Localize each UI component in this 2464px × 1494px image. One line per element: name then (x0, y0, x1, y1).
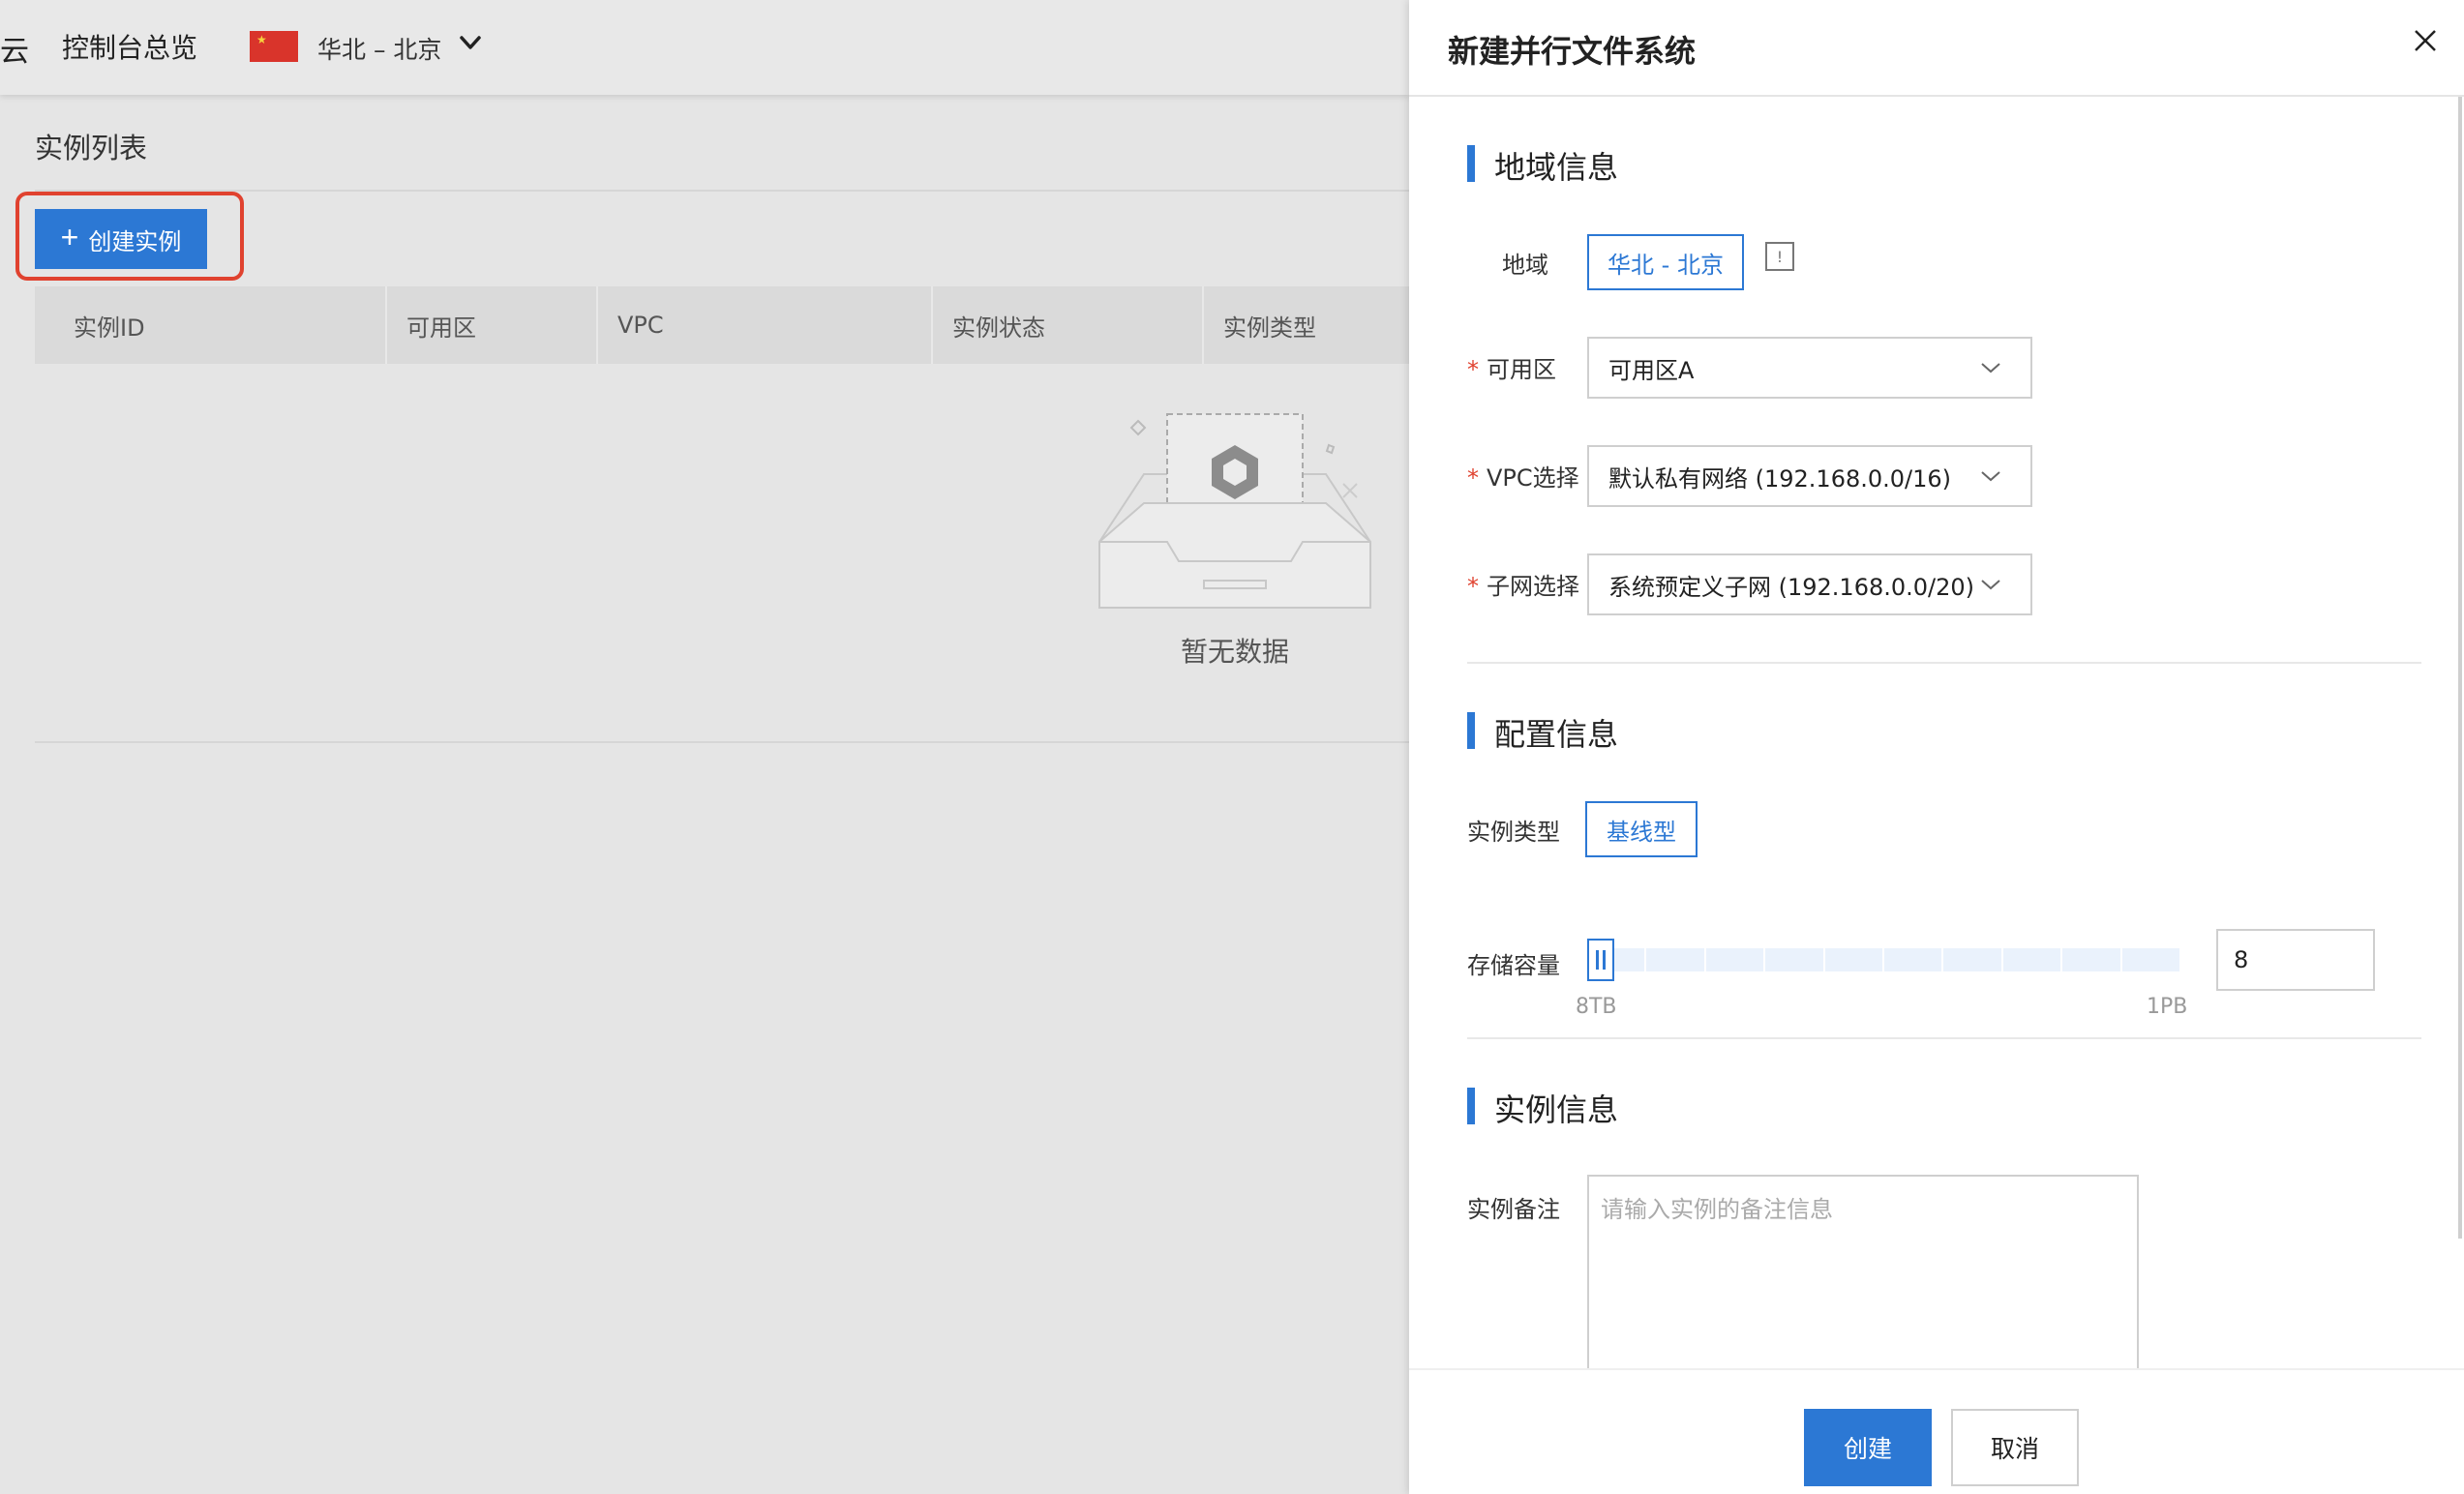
drawer-footer (1409, 1368, 2464, 1494)
instance-type-label: 实例类型 (1467, 819, 1560, 846)
chevron-down-icon[interactable] (457, 29, 484, 56)
subnet-select-value: 系统预定义子网 (192.168.0.0/20) (1608, 573, 1975, 601)
divider (35, 741, 1409, 743)
create-instance-label: 创建实例 (88, 228, 182, 255)
column-header-status: 实例状态 (931, 286, 1202, 364)
instance-note-label: 实例备注 (1467, 1196, 1560, 1223)
console-overview-link[interactable]: 控制台总览 (62, 27, 197, 66)
column-header-zone: 可用区 (385, 286, 596, 364)
plus-icon: + (60, 220, 79, 254)
create-button[interactable]: 创建 (1804, 1409, 1932, 1486)
subnet-field-label-text: 子网选择 (1487, 573, 1579, 600)
zone-select[interactable]: 可用区A (1587, 337, 2032, 399)
logo-fragment: 云 (0, 35, 29, 69)
vpc-select-value: 默认私有网络 (192.168.0.0/16) (1608, 464, 1952, 493)
chevron-down-icon (1981, 471, 2000, 482)
section-title-config: 配置信息 (1467, 710, 1618, 755)
section-title-instance: 实例信息 (1467, 1086, 1618, 1130)
slider-max-label: 1PB (2147, 995, 2188, 1019)
empty-state-text: 暂无数据 (1181, 636, 1290, 668)
column-header-vpc: VPC (596, 286, 929, 364)
capacity-slider-track[interactable] (1587, 948, 2181, 971)
top-bar: 云 控制台总览 ★ 华北 – 北京 (0, 0, 1409, 95)
region-chip[interactable]: 华北 - 北京 (1587, 234, 1744, 290)
cancel-button[interactable]: 取消 (1951, 1409, 2079, 1486)
drawer-scrollbar[interactable] (2458, 97, 2462, 1239)
storage-capacity-label: 存储容量 (1467, 952, 1560, 979)
slider-min-label: 8TB (1576, 995, 1617, 1019)
zone-select-value: 可用区A (1608, 356, 1695, 384)
vpc-field-label: * VPC选择 (1467, 459, 1579, 493)
subnet-select[interactable]: 系统预定义子网 (192.168.0.0/20) (1587, 553, 2032, 615)
capacity-input[interactable] (2216, 929, 2375, 991)
capacity-slider-handle[interactable] (1587, 939, 1614, 981)
info-icon[interactable]: ! (1765, 242, 1794, 271)
vpc-select[interactable]: 默认私有网络 (192.168.0.0/16) (1587, 445, 2032, 507)
divider (35, 190, 1409, 192)
section-title-region-text: 地域信息 (1494, 149, 1619, 186)
section-title-config-text: 配置信息 (1494, 716, 1619, 753)
column-header-instance-id: 实例ID (74, 314, 145, 342)
page-title: 实例列表 (35, 132, 148, 164)
section-title-region: 地域信息 (1467, 143, 1618, 188)
create-instance-button[interactable]: + 创建实例 (35, 209, 207, 269)
drawer-header: 新建并行文件系统 (1409, 0, 2464, 97)
china-flag-icon: ★ (250, 31, 298, 62)
required-mark: * (1467, 356, 1479, 383)
required-mark: * (1467, 573, 1479, 600)
zone-field-label: * 可用区 (1467, 350, 1556, 384)
instance-type-chip-baseline[interactable]: 基线型 (1585, 801, 1698, 857)
zone-field-label-text: 可用区 (1487, 356, 1556, 383)
drawer-title: 新建并行文件系统 (1448, 33, 1697, 70)
close-icon[interactable] (2406, 21, 2445, 60)
empty-box-icon (1098, 413, 1371, 609)
section-title-instance-text: 实例信息 (1494, 1091, 1619, 1128)
vpc-field-label-text: VPC选择 (1487, 464, 1579, 492)
instance-note-textarea[interactable] (1587, 1175, 2139, 1378)
chevron-down-icon (1981, 580, 2000, 590)
section-divider (1467, 1037, 2421, 1039)
column-header-type: 实例类型 (1202, 286, 1409, 364)
region-selector-label[interactable]: 华北 – 北京 (317, 31, 441, 66)
required-mark: * (1467, 464, 1479, 492)
table-header: 实例ID 可用区 VPC 实例状态 实例类型 (35, 286, 1409, 364)
subnet-field-label: * 子网选择 (1467, 567, 1579, 601)
region-field-label: 地域 (1502, 252, 1548, 279)
chevron-down-icon (1981, 363, 2000, 374)
section-divider (1467, 662, 2421, 664)
